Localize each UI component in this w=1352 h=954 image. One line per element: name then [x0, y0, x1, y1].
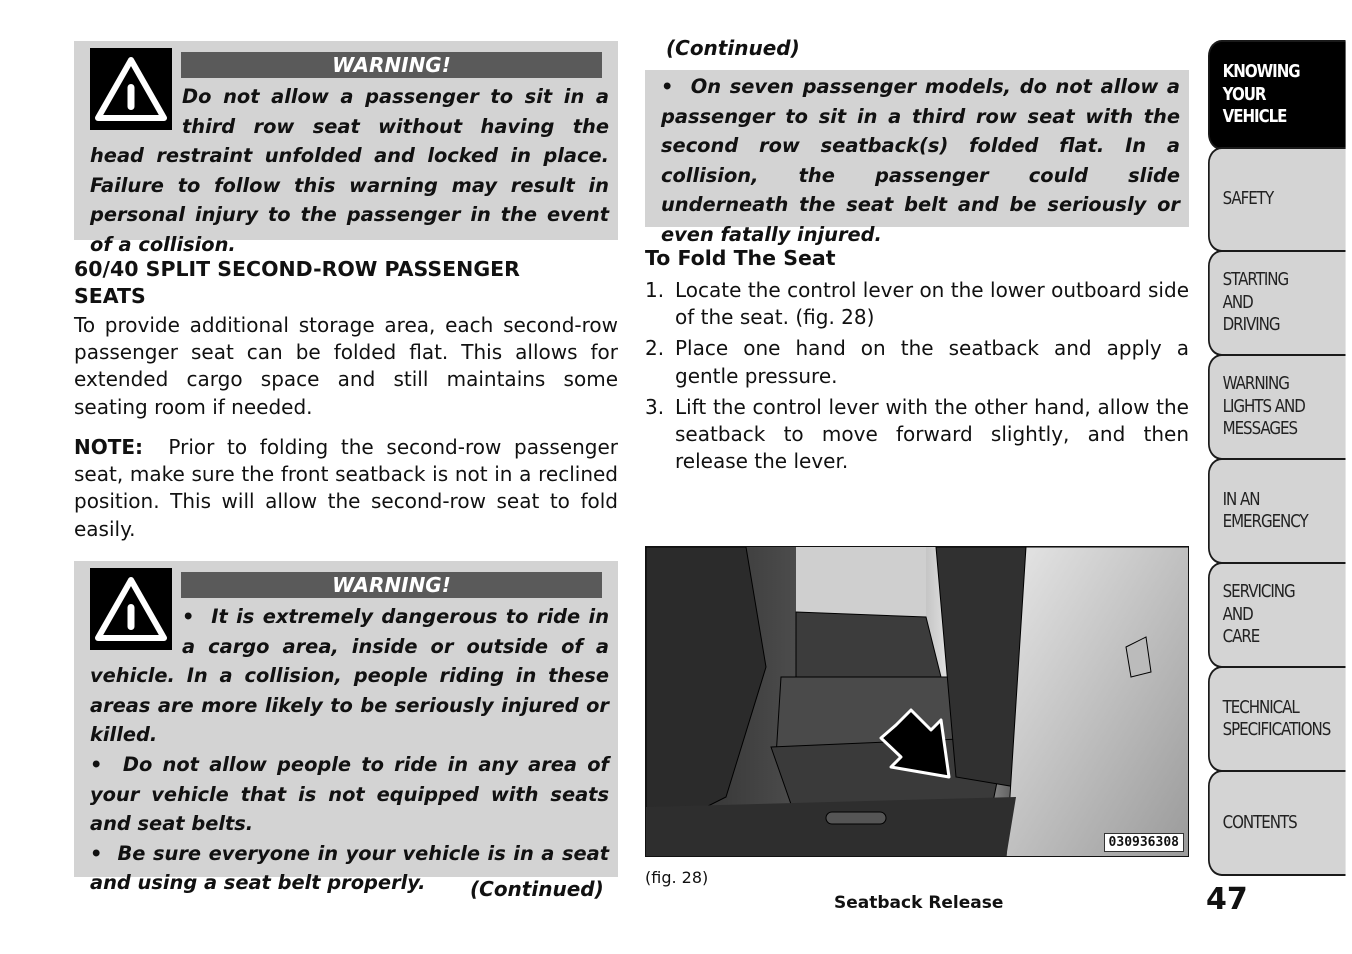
- tab-contents[interactable]: CONTENTS: [1208, 770, 1346, 876]
- note-paragraph: NOTE: Prior to folding the second-row pa…: [74, 434, 618, 543]
- warning-box-cargo-area: WARNING! • It is extremely dangerous to …: [74, 561, 618, 894]
- tab-starting-and-driving[interactable]: STARTING AND DRIVING: [1208, 250, 1346, 356]
- tab-warning-lights-and-messages[interactable]: WARNING LIGHTS AND MESSAGES: [1208, 354, 1346, 460]
- figure-code: 030936308: [1103, 833, 1184, 852]
- tab-in-an-emergency[interactable]: IN AN EMERGENCY: [1208, 458, 1346, 564]
- tab-knowing-your-vehicle[interactable]: KNOWING YOUR VEHICLE: [1208, 40, 1346, 150]
- figure-caption: Seatback Release: [834, 893, 1004, 913]
- seat-illustration: [646, 547, 1188, 856]
- note-text: Prior to folding the second-row passenge…: [74, 435, 618, 541]
- figure-reference: (fig. 28): [645, 868, 709, 887]
- tab-technical-specifications[interactable]: TECHNICAL SPECIFICATIONS: [1208, 666, 1346, 772]
- page-number: 47: [1206, 882, 1248, 917]
- tab-safety[interactable]: SAFETY: [1208, 147, 1346, 252]
- step-item: 2. Place one hand on the seatback and app…: [645, 336, 1189, 388]
- continued-warning-box: • On seven passenger models, do not allo…: [645, 70, 1189, 246]
- procedure-heading: To Fold The Seat: [645, 246, 836, 270]
- section-heading: 60/40 SPLIT SECOND-ROW PASSENGER SEATS: [74, 257, 520, 308]
- warning-text: • On seven passenger models, do not allo…: [661, 72, 1180, 250]
- seatback-release-figure: 030936308: [645, 546, 1189, 857]
- procedure-steps: 1. Locate the control lever on the lower …: [645, 277, 1189, 479]
- step-item: 1. Locate the control lever on the lower …: [645, 278, 1189, 330]
- warning-text: • It is extremely dangerous to ride in a…: [90, 602, 609, 898]
- warning-text: Do not allow a passenger to sit in a thi…: [90, 82, 609, 260]
- warning-bullet: • On seven passenger models, do not allo…: [661, 75, 1180, 246]
- continued-label: (Continued): [666, 36, 800, 60]
- tab-servicing-and-care[interactable]: SERVICING AND CARE: [1208, 562, 1346, 668]
- warning-bullet: • Do not allow people to ride in any are…: [90, 752, 609, 836]
- intro-paragraph: To provide additional storage area, each…: [74, 312, 618, 421]
- continued-label: (Continued): [470, 877, 604, 901]
- warning-title-bar: WARNING!: [181, 572, 602, 598]
- note-label: NOTE:: [74, 435, 144, 459]
- step-item: 3. Lift the control lever with the other …: [645, 394, 1189, 474]
- intro-text: To provide additional storage area, each…: [74, 313, 618, 419]
- warning-title-bar: WARNING!: [181, 52, 602, 78]
- warning-box-head-restraint: WARNING! Do not allow a passenger to sit…: [74, 41, 618, 256]
